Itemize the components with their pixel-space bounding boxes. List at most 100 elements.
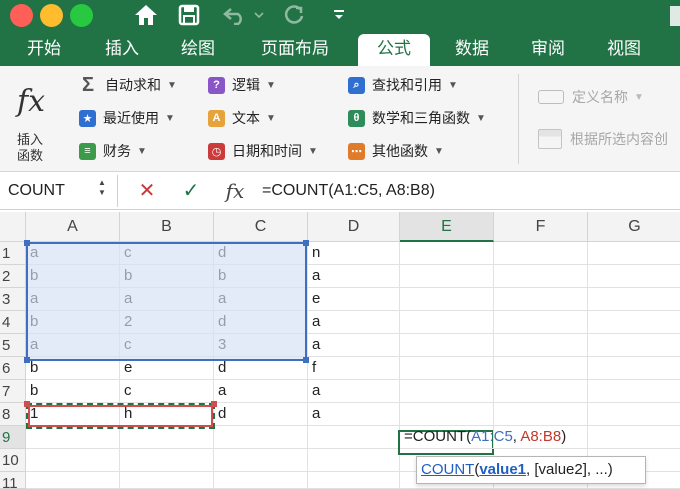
undo-icon[interactable] [220,0,250,30]
range-handle[interactable] [24,401,30,407]
cell-a4[interactable]: b [26,311,120,334]
cell-d2[interactable]: a [308,265,400,288]
zoom-window-button[interactable] [70,4,93,27]
cell-d1[interactable]: n [308,242,400,265]
cell-a11[interactable] [26,472,120,489]
row-header-1[interactable]: 1 [0,242,26,265]
cell-g5[interactable] [588,334,680,357]
row-header-3[interactable]: 3 [0,288,26,311]
tab-review[interactable]: 审阅 [516,34,580,66]
lookup-reference-button[interactable]: ⌕ 查找和引用 ▼ [348,72,458,98]
cell-e4[interactable] [400,311,494,334]
cell-d8[interactable]: a [308,403,400,426]
cell-c7[interactable]: a [214,380,308,403]
corner-select-all[interactable] [0,212,26,242]
cell-g2[interactable] [588,265,680,288]
cell-e8[interactable] [400,403,494,426]
cell-a8[interactable]: 1 [26,403,120,426]
cell-g8[interactable] [588,403,680,426]
cell-e1[interactable] [400,242,494,265]
range-handle[interactable] [303,240,309,246]
enter-formula-button[interactable]: ✓ [176,176,206,206]
formula-input[interactable]: =COUNT(A1:C5, A8:B8) [262,176,435,206]
cell-f5[interactable] [494,334,588,357]
cell-e3[interactable] [400,288,494,311]
cell-f8[interactable] [494,403,588,426]
cell-e7[interactable] [400,380,494,403]
row-header-9[interactable]: 9 [0,426,26,449]
math-trig-button[interactable]: θ 数学和三角函数 ▼ [348,105,486,131]
customize-toolbar-icon[interactable] [330,0,348,30]
cell-d4[interactable]: a [308,311,400,334]
cell-d9[interactable] [308,426,400,449]
cell-e2[interactable] [400,265,494,288]
row-header-6[interactable]: 6 [0,357,26,380]
tab-view[interactable]: 视图 [592,34,656,66]
row-header-7[interactable]: 7 [0,380,26,403]
tab-page-layout[interactable]: 页面布局 [250,34,340,66]
cell-c6[interactable]: d [214,357,308,380]
row-header-8[interactable]: 8 [0,403,26,426]
cell-b5[interactable]: c [120,334,214,357]
cell-g4[interactable] [588,311,680,334]
cell-d7[interactable]: a [308,380,400,403]
cell-c4[interactable]: d [214,311,308,334]
column-header-f[interactable]: F [494,212,588,242]
row-header-11[interactable]: 11 [0,472,26,489]
column-header-b[interactable]: B [120,212,214,242]
row-header-10[interactable]: 10 [0,449,26,472]
column-header-d[interactable]: D [308,212,400,242]
cell-a6[interactable]: b [26,357,120,380]
cell-b2[interactable]: b [120,265,214,288]
cell-g3[interactable] [588,288,680,311]
cell-d3[interactable]: e [308,288,400,311]
cancel-formula-button[interactable]: ✕ [132,176,162,206]
autosum-button[interactable]: Σ 自动求和 ▼ [78,72,177,98]
cell-c11[interactable] [214,472,308,489]
column-header-a[interactable]: A [26,212,120,242]
redo-icon[interactable] [280,0,308,30]
cell-d10[interactable] [308,449,400,472]
cell-a1[interactable]: a [26,242,120,265]
date-time-button[interactable]: ◷ 日期和时间 ▼ [208,138,318,164]
cell-b8[interactable]: h [120,403,214,426]
cell-a7[interactable]: b [26,380,120,403]
cell-b9[interactable] [120,426,214,449]
tab-insert[interactable]: 插入 [90,34,154,66]
cell-a10[interactable] [26,449,120,472]
cell-g7[interactable] [588,380,680,403]
cell-b7[interactable]: c [120,380,214,403]
cell-b3[interactable]: a [120,288,214,311]
cell-a3[interactable]: a [26,288,120,311]
more-functions-button[interactable]: ⋯ 其他函数 ▼ [348,138,444,164]
column-header-c[interactable]: C [214,212,308,242]
cell-b1[interactable]: c [120,242,214,265]
tab-home[interactable]: 开始 [12,34,76,66]
create-from-selection-button[interactable]: 根据所选内容创 [538,126,668,152]
cell-c2[interactable]: b [214,265,308,288]
cell-g6[interactable] [588,357,680,380]
cell-f3[interactable] [494,288,588,311]
logical-button[interactable]: ? 逻辑 ▼ [208,72,276,98]
minimize-window-button[interactable] [40,4,63,27]
cell-c3[interactable]: a [214,288,308,311]
tab-draw[interactable]: 绘图 [166,34,230,66]
cell-b11[interactable] [120,472,214,489]
cell-b4[interactable]: 2 [120,311,214,334]
range-handle[interactable] [24,240,30,246]
cell-f1[interactable] [494,242,588,265]
insert-function-button[interactable]: fx 插入 函数 [4,70,62,168]
cell-a5[interactable]: a [26,334,120,357]
range-handle[interactable] [24,357,30,363]
row-header-5[interactable]: 5 [0,334,26,357]
cell-d6[interactable]: f [308,357,400,380]
cell-e6[interactable] [400,357,494,380]
text-functions-button[interactable]: A 文本 ▼ [208,105,276,131]
cell-f7[interactable] [494,380,588,403]
home-icon[interactable] [132,0,160,30]
range-handle[interactable] [303,357,309,363]
financial-button[interactable]: ≡ 财务 ▼ [78,138,147,164]
cell-c1[interactable]: d [214,242,308,265]
cell-d5[interactable]: a [308,334,400,357]
function-help-link[interactable]: COUNT [421,461,474,478]
